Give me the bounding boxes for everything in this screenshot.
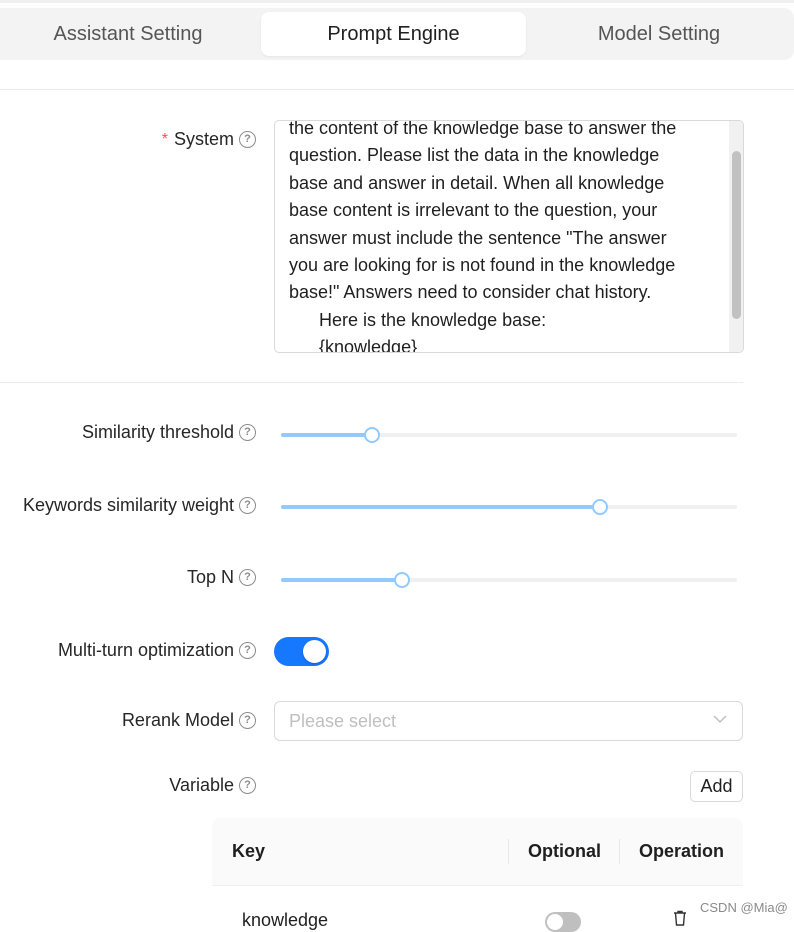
- keywords-weight-slider[interactable]: [281, 497, 737, 517]
- required-mark: *: [161, 130, 168, 148]
- settings-tab-bar: Assistant Setting Prompt Engine Model Se…: [0, 8, 794, 60]
- slider-handle[interactable]: [394, 572, 410, 588]
- rerank-model-text: Rerank Model: [121, 710, 234, 730]
- help-icon[interactable]: ?: [239, 642, 256, 659]
- system-line: question. Please list the data in the kn…: [289, 145, 660, 166]
- scrollbar-thumb[interactable]: [732, 151, 741, 319]
- system-line: the content of the knowledge base to ans…: [289, 120, 677, 138]
- system-line: base content is irrelevant to the questi…: [289, 200, 658, 221]
- help-icon[interactable]: ?: [239, 712, 256, 729]
- slider-handle[interactable]: [592, 499, 608, 515]
- variable-key-cell: knowledge: [242, 910, 329, 930]
- slider-track: [281, 505, 600, 509]
- variable-table-header: Key Optional Operation: [212, 818, 743, 886]
- top-n-label: Top N ?: [187, 567, 256, 588]
- watermark: CSDN @Mia@: [700, 900, 788, 915]
- system-label: * System ?: [162, 129, 256, 150]
- similarity-threshold-slider[interactable]: [281, 425, 737, 445]
- similarity-threshold-label: Similarity threshold ?: [82, 422, 256, 443]
- rerank-model-label: Rerank Model ?: [122, 710, 256, 731]
- optional-toggle[interactable]: [545, 912, 581, 932]
- textarea-scrollbar[interactable]: [729, 121, 743, 352]
- system-line: you are looking for is not found in the …: [289, 255, 676, 276]
- multi-turn-toggle[interactable]: [274, 637, 329, 666]
- section-divider: [0, 382, 743, 383]
- help-icon[interactable]: ?: [239, 131, 256, 148]
- help-icon[interactable]: ?: [239, 569, 256, 586]
- system-line: {knowledge}: [319, 337, 418, 353]
- trash-icon[interactable]: [672, 910, 688, 926]
- column-operation: Operation: [639, 841, 725, 861]
- multi-turn-text: Multi-turn optimization: [57, 640, 234, 660]
- chevron-down-icon: [713, 715, 727, 724]
- add-variable-button[interactable]: Add: [690, 771, 743, 802]
- keywords-weight-text: Keywords similarity weight: [22, 495, 234, 515]
- multi-turn-label: Multi-turn optimization ?: [58, 640, 256, 661]
- header-divider: [0, 89, 794, 90]
- similarity-threshold-text: Similarity threshold: [81, 422, 234, 442]
- help-icon[interactable]: ?: [239, 777, 256, 794]
- system-label-text: System: [173, 129, 234, 149]
- column-separator: [619, 839, 620, 864]
- help-icon[interactable]: ?: [239, 497, 256, 514]
- system-line: Here is the knowledge base:: [319, 309, 547, 330]
- help-icon[interactable]: ?: [239, 424, 256, 441]
- select-placeholder: Please select: [289, 711, 397, 731]
- keywords-weight-label: Keywords similarity weight ?: [23, 495, 256, 516]
- slider-handle[interactable]: [364, 427, 380, 443]
- column-optional: Optional: [528, 841, 601, 861]
- system-prompt-textarea[interactable]: the content of the knowledge base to ans…: [274, 120, 744, 353]
- column-separator: [508, 839, 509, 864]
- top-n-text: Top N: [186, 567, 234, 587]
- column-key: Key: [232, 841, 266, 861]
- toggle-knob: [547, 914, 563, 930]
- variable-label: Variable ?: [169, 775, 256, 796]
- tab-assistant-setting[interactable]: Assistant Setting: [0, 12, 256, 56]
- tab-model-setting[interactable]: Model Setting: [526, 12, 792, 56]
- slider-track: [281, 433, 372, 437]
- top-n-slider[interactable]: [281, 570, 737, 590]
- variable-text: Variable: [169, 775, 234, 795]
- slider-track: [281, 578, 402, 582]
- table-row: knowledge: [212, 886, 743, 932]
- top-border: [0, 0, 794, 3]
- tab-prompt-engine[interactable]: Prompt Engine: [261, 12, 526, 56]
- rerank-model-select[interactable]: Please select: [274, 701, 743, 741]
- system-line: answer must include the sentence "The an…: [289, 227, 667, 248]
- system-line: base and answer in detail. When all know…: [289, 172, 665, 193]
- system-line: base!" Answers need to consider chat his…: [289, 282, 652, 303]
- toggle-knob: [303, 640, 326, 663]
- system-prompt-text: the content of the knowledge base to ans…: [289, 120, 719, 353]
